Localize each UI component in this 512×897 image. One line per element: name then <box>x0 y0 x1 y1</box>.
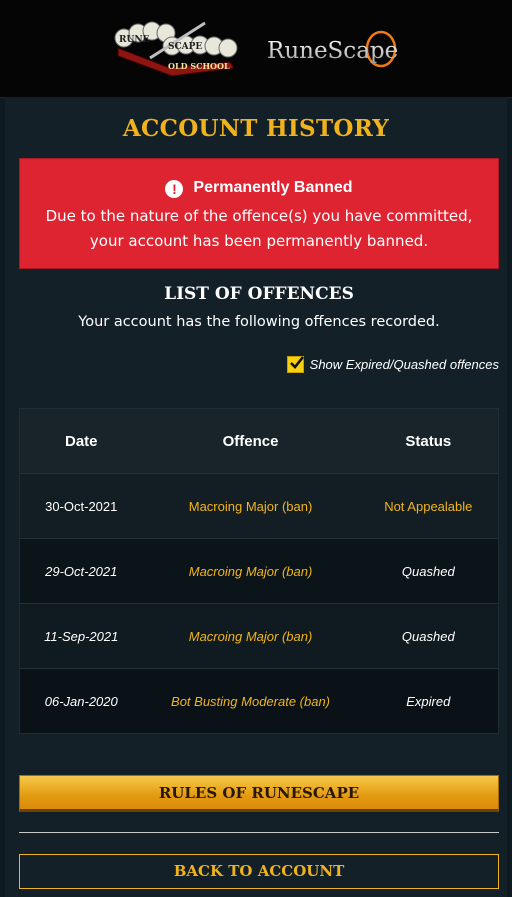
table-row: 06-Jan-2020 Bot Busting Moderate (ban) E… <box>20 668 498 733</box>
table-row: 30-Oct-2021 Macroing Major (ban) Not App… <box>20 473 498 538</box>
show-expired-checkbox[interactable] <box>286 356 304 373</box>
table-row: 29-Oct-2021 Macroing Major (ban) Quashed <box>20 538 498 603</box>
divider <box>19 832 499 833</box>
offence-status: Expired <box>406 693 451 709</box>
ban-notice-line-2: your account has been permanently banned… <box>89 232 429 250</box>
offences-title: LIST OF OFFENCES <box>164 284 354 304</box>
site-header: RUNE SCAPE OLD SCHOOL RuneScape <box>0 0 512 98</box>
offence-date: 29-Oct-2021 <box>45 563 118 579</box>
offences-subtitle: Your account has the following offences … <box>78 314 440 330</box>
table-row: 11-Sep-2021 Macroing Major (ban) Quashed <box>20 603 498 668</box>
table-header-row: Date Offence Status <box>20 409 498 473</box>
offence-name[interactable]: Macroing Major (ban) <box>142 564 358 579</box>
show-expired-label[interactable]: Show Expired/Quashed offences <box>310 357 499 372</box>
osrs-logo[interactable]: RUNE SCAPE OLD SCHOOL <box>110 18 245 78</box>
offence-name[interactable]: Macroing Major (ban) <box>142 629 358 644</box>
ban-notice: ! Permanently Banned Due to the nature of… <box>19 158 499 269</box>
exclamation-icon: ! <box>165 180 184 198</box>
ban-notice-text: Due to the nature of the offence(s) you … <box>20 204 498 254</box>
ban-notice-heading-text: Permanently Banned <box>193 179 353 196</box>
osrs-logo-banner: OLD SCHOOL <box>168 61 230 71</box>
offences-table: Date Offence Status 30-Oct-2021 Macroing… <box>19 408 499 734</box>
column-header-date: Date <box>64 432 98 450</box>
runescape-logo[interactable]: RuneScape <box>265 25 405 75</box>
column-header-offence: Offence <box>222 432 279 450</box>
osrs-logo-line2: SCAPE <box>168 42 202 52</box>
show-expired-toggle[interactable]: Show Expired/Quashed offences <box>286 356 499 373</box>
ban-notice-heading: ! Permanently Banned <box>20 179 498 198</box>
offence-date: 30-Oct-2021 <box>45 498 118 514</box>
offence-status: Quashed <box>401 628 455 644</box>
offence-date: 11-Sep-2021 <box>44 628 119 644</box>
offence-date: 06-Jan-2020 <box>44 693 118 709</box>
ban-notice-line-1: Due to the nature of the offence(s) you … <box>45 207 473 225</box>
offence-name[interactable]: Bot Busting Moderate (ban) <box>142 694 358 709</box>
runescape-logo-text: RuneScape <box>267 38 398 64</box>
back-to-account-button[interactable]: BACK TO ACCOUNT <box>19 854 499 889</box>
osrs-logo-line1: RUNE <box>119 35 150 45</box>
column-header-status: Status <box>405 432 452 450</box>
checkmark-icon <box>289 356 304 369</box>
offence-status: Quashed <box>401 563 455 579</box>
offence-name[interactable]: Macroing Major (ban) <box>142 499 358 514</box>
offence-status: Not Appealable <box>384 498 473 514</box>
rules-of-runescape-button[interactable]: RULES OF RUNESCAPE <box>19 775 499 812</box>
page-title: ACCOUNT HISTORY <box>122 115 390 142</box>
